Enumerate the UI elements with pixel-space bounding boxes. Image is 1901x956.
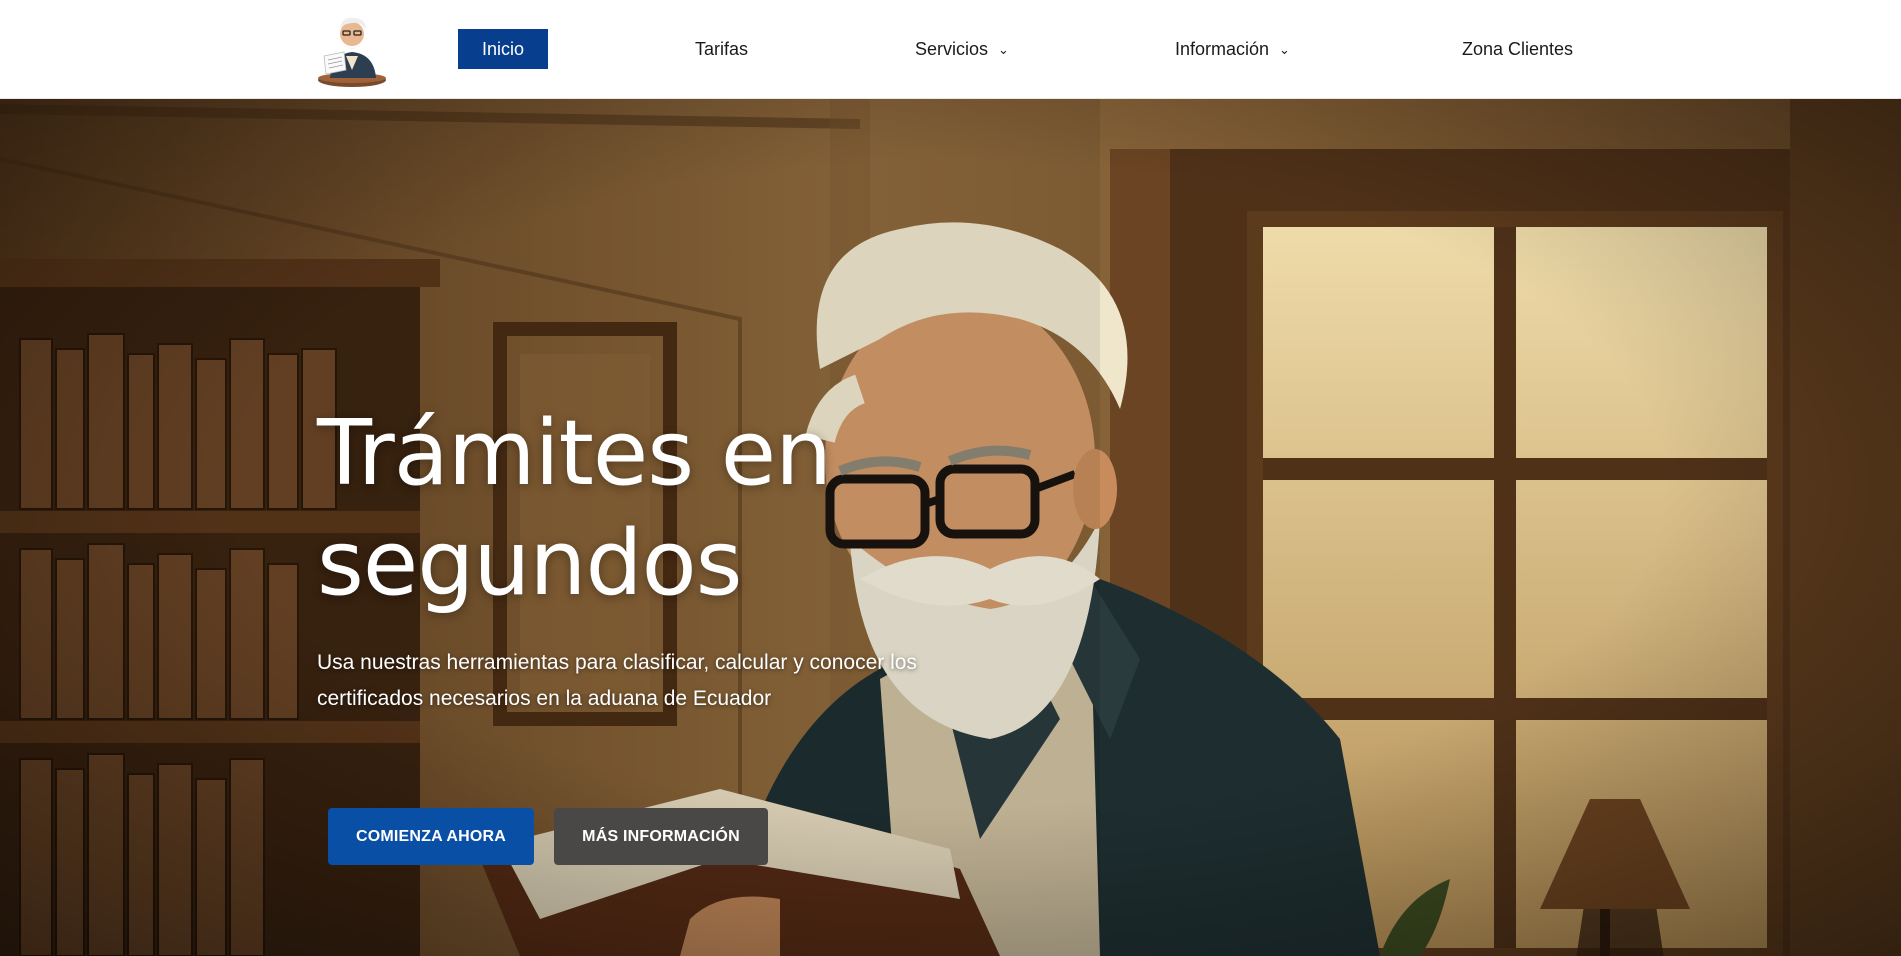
comienza-ahora-button[interactable]: COMIENZA AHORA [328,808,534,865]
site-header: Inicio Tarifas Servicios ⌄ Información ⌄ Z… [0,0,1901,99]
nav-item-inicio[interactable]: Inicio [458,29,549,69]
hero-section: Trámites en segundos Usa nuestras herram… [0,99,1901,956]
nav-item-label: Tarifas [695,39,749,59]
nav-item-label: Zona Clientes [1462,39,1574,59]
nav-item-servicios[interactable]: Servicios ⌄ [915,29,1009,69]
nav-item-label: Inicio [482,39,525,59]
hero-title-line-2: segundos [317,511,743,616]
nav-item-tarifas[interactable]: Tarifas [695,29,748,69]
hero-subtitle-line-2: certificados necesarios en la aduana de … [317,687,772,710]
logo-old-man-reading-icon[interactable] [312,12,392,88]
chevron-down-icon: ⌄ [998,42,1009,57]
mas-informacion-button[interactable]: MÁS INFORMACIÓN [554,808,768,865]
hero-title-line-1: Trámites en [317,401,832,506]
hero-subtitle: Usa nuestras herramientas para clasifica… [317,645,997,717]
nav-item-label: Información [1175,39,1270,59]
nav-item-zona-clientes[interactable]: Zona Clientes [1462,29,1573,69]
nav-item-informacion[interactable]: Información ⌄ [1175,29,1290,69]
nav-item-label: Servicios [915,39,989,59]
hero-subtitle-line-1: Usa nuestras herramientas para clasifica… [317,651,917,674]
chevron-down-icon: ⌄ [1279,42,1290,57]
hero-title: Trámites en segundos [317,399,1077,619]
